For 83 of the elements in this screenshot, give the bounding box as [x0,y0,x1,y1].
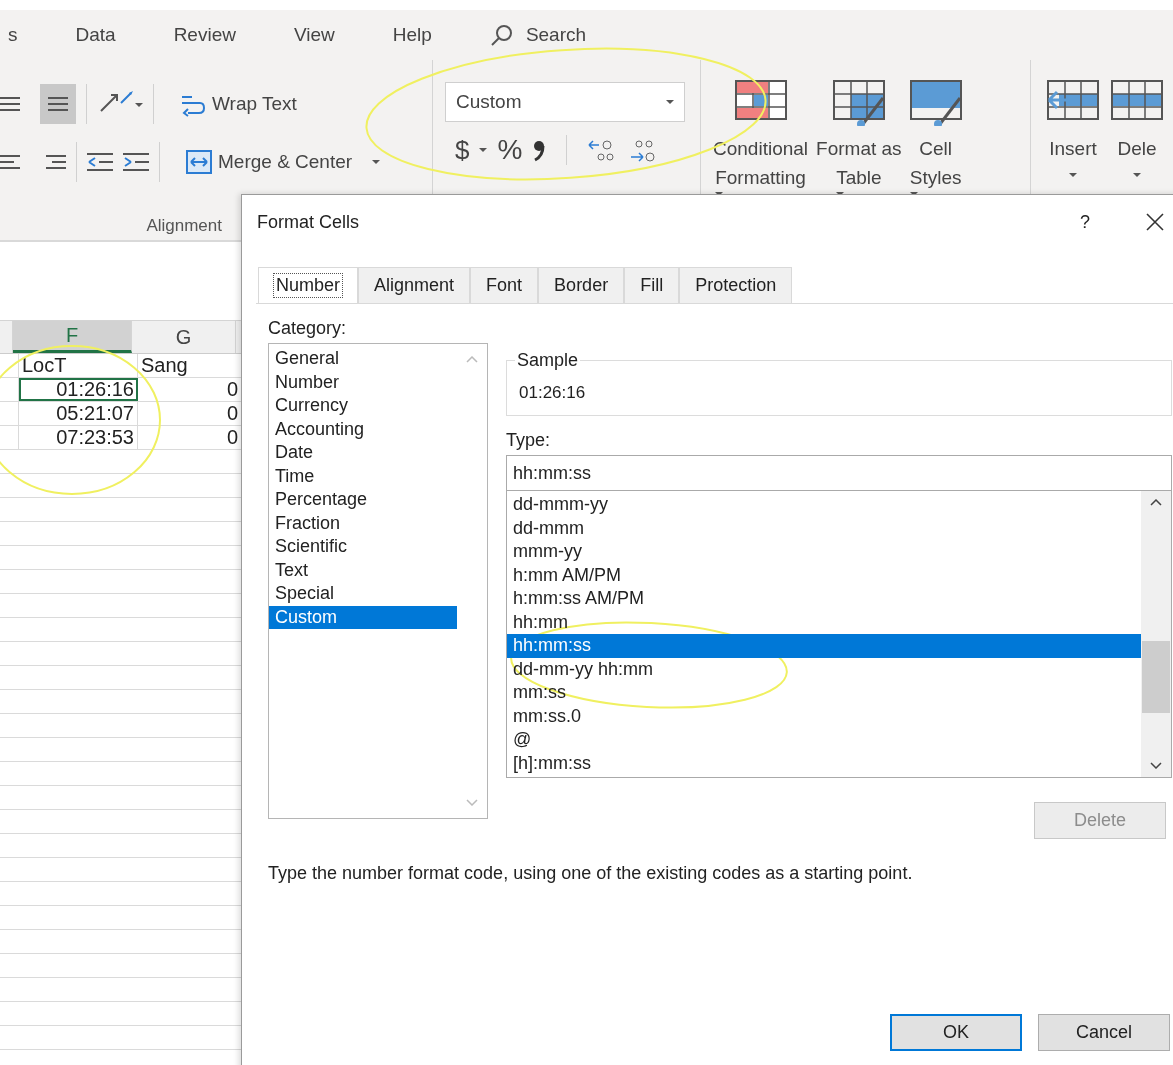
search-field[interactable]: Search [525,24,587,46]
column-header[interactable]: G [132,321,236,353]
ribbon-tab[interactable]: View [293,24,335,46]
list-item[interactable]: h:mm AM/PM [507,563,1141,587]
align-middle-icon[interactable] [40,84,76,124]
dialog-button[interactable]: OK [890,1013,1022,1051]
ribbon-button[interactable]: Conditional Formatting [713,80,809,204]
help-button[interactable]: ? [1080,211,1090,233]
wrap-text-button[interactable]: Wrap Text [176,89,301,119]
list-item[interactable]: Time [269,464,457,488]
caret-icon [666,100,674,104]
dialog-title: Format Cells [257,211,360,233]
list-item[interactable]: General [269,347,457,371]
dialog-tab[interactable]: Alignment [358,267,471,303]
list-item[interactable]: Fraction [269,511,457,535]
caret-icon[interactable] [372,160,381,164]
number-format-dropdown[interactable]: Custom [445,82,685,122]
cell-styles-icon [909,80,962,126]
dialog-tab[interactable]: Border [538,267,625,303]
list-item[interactable]: Currency [269,394,457,418]
dialog-tab[interactable]: Protection [679,267,793,303]
table-cell: 01:26:16 [19,378,138,401]
list-item[interactable]: Scientific [269,535,457,559]
caret-icon [1133,173,1141,177]
table-cell: 05:21:07 [19,402,138,425]
list-item[interactable]: Number [269,370,457,394]
merge-icon [186,150,212,174]
list-item[interactable]: dd-mmm [507,516,1141,540]
ribbon-button[interactable]: Format as Table [816,80,902,204]
list-item[interactable]: [h]:mm:ss [507,751,1141,775]
field-label: Type: [506,430,552,451]
group-label: Sample [515,350,581,371]
align-left-icon[interactable] [0,152,20,172]
list-item[interactable]: Custom [269,605,457,629]
percent-button[interactable]: % [497,134,523,166]
dialog-tab[interactable]: Font [470,267,539,303]
list-item[interactable]: Text [269,558,457,582]
dialog-tab[interactable]: Fill [624,267,680,303]
list-item[interactable]: hh:mm:ss [507,634,1141,658]
increase-indent-icon[interactable] [123,152,149,172]
close-icon[interactable] [1146,213,1164,231]
scroll-up-icon[interactable] [1150,499,1162,506]
caret-icon[interactable] [479,148,488,152]
ribbon-button[interactable]: Insert [1047,80,1099,185]
list-item[interactable]: dd-mmm-yy [507,493,1141,517]
field-label: Category: [268,318,348,339]
merge-center-button[interactable]: Merge & Center [182,148,385,176]
list-item[interactable]: Date [269,441,457,465]
dialog-button[interactable]: Cancel [1038,1013,1170,1051]
list-item[interactable]: Special [269,582,457,606]
ribbon-tab[interactable]: s [8,24,18,46]
table-brush-icon [832,80,885,126]
list-item[interactable]: mm:ss [507,681,1141,705]
ribbon-button[interactable]: Dele [1111,80,1163,185]
list-item[interactable]: mm:ss.0 [507,704,1141,728]
column-header[interactable]: F [13,321,132,353]
align-top-icon[interactable] [0,94,20,114]
align-right-icon[interactable] [46,152,66,172]
list-item[interactable]: Accounting [269,417,457,441]
group-label: Alignment [146,216,222,236]
list-item[interactable]: mmm-yy [507,540,1141,564]
ribbon-button[interactable]: Cell Styles [909,80,962,204]
ribbon-tab[interactable]: Review [173,24,236,46]
search-icon[interactable] [489,23,514,47]
decrease-indent-icon[interactable] [87,152,113,172]
table-cell: 07:23:53 [19,426,138,449]
ribbon-tab[interactable]: Help [392,24,432,46]
currency-button[interactable]: $ [455,134,470,166]
dialog-tab[interactable]: Number [258,267,359,303]
category-list[interactable]: General Number Currency Accounting Date Time Percentage Fraction Scientific Text Special Custom [268,343,488,819]
list-item[interactable]: hh:mm [507,610,1141,634]
input-field[interactable]: hh:mm:ss [506,455,1172,491]
ribbon-tab[interactable]: Data [75,24,116,46]
list-item[interactable]: h:mm:ss AM/PM [507,587,1141,611]
description-text: Type the number format code, using one of the existing codes as a starting point. [268,863,914,884]
comma-style-icon[interactable] [532,138,547,162]
sample-value: 01:26:16 [519,383,586,402]
caret-icon [1069,173,1077,177]
list-item[interactable]: Percentage [269,488,457,512]
list-item[interactable]: @ [507,728,1141,752]
table-cell: LocT [19,354,138,377]
scroll-down-icon[interactable] [1150,762,1162,769]
scroll-thumb[interactable] [1142,641,1170,713]
